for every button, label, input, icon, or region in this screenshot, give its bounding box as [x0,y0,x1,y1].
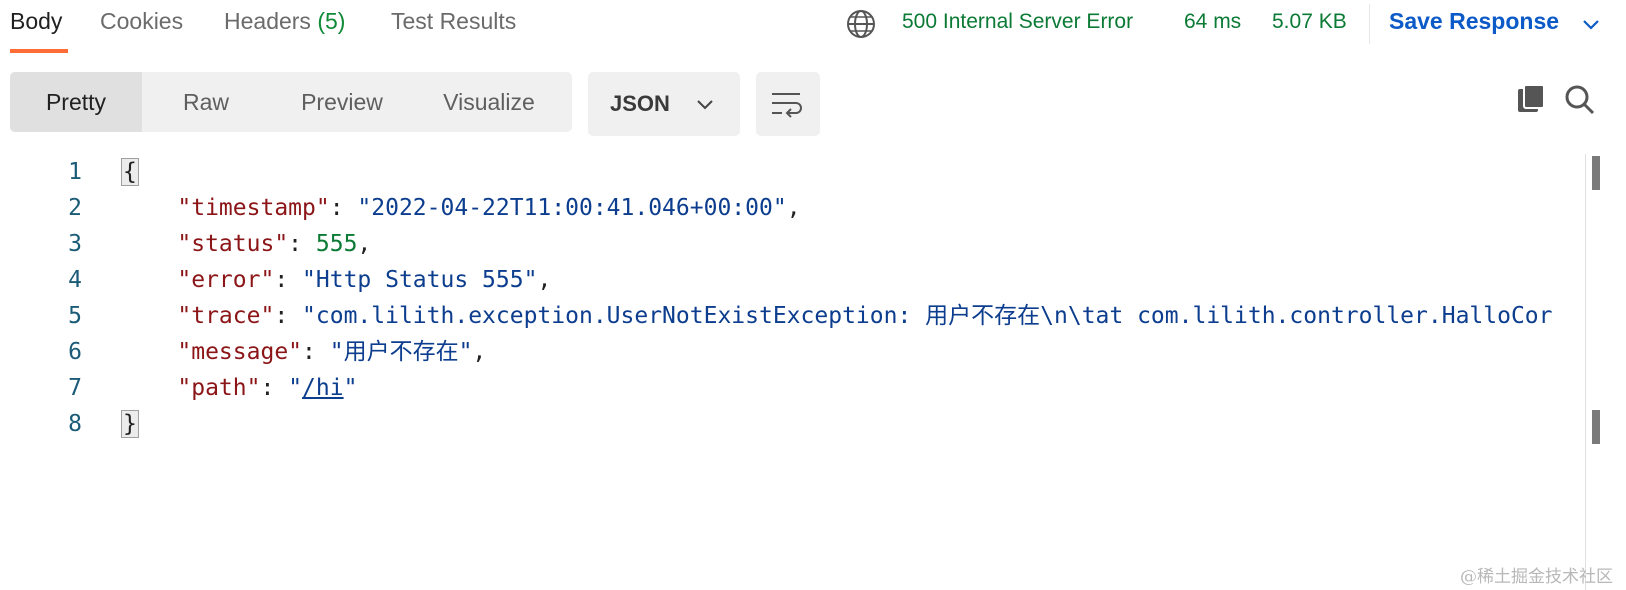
line-number: 4 [68,267,82,293]
response-status[interactable]: 500 Internal Server Error [902,10,1133,34]
globe-icon[interactable] [846,9,876,39]
tab-test-results[interactable]: Test Results [391,8,516,35]
toolbar-divider [1369,4,1370,44]
save-response-button[interactable]: Save Response [1389,8,1559,35]
code-text: "path": "/hi" [177,375,358,401]
scrollbar-thumb[interactable] [1592,156,1600,190]
code-line: 2 "timestamp": "2022-04-22T11:00:41.046+… [0,190,1583,226]
tab-body[interactable]: Body [10,8,62,35]
wrap-lines-icon [772,93,802,118]
code-text: "error": "Http Status 555", [177,267,552,293]
tab-headers[interactable]: Headers (5) [224,8,345,35]
format-label: JSON [610,91,670,116]
watermark: @稀土掘金技术社区 [1460,567,1613,587]
headers-count-badge: (5) [317,8,346,34]
wrap-lines-button[interactable] [756,72,820,136]
view-mode-switcher: Pretty Raw Preview Visualize [10,72,572,132]
view-raw-button[interactable]: Raw [142,72,270,132]
response-time[interactable]: 64 ms [1184,10,1241,34]
json-string-value: "2022-04-22T11:00:41.046+00:00" [357,195,787,221]
code-text: "status": 555, [177,231,372,257]
json-string-value: "用户不存在" [329,339,473,365]
code-line: 4 "error": "Http Status 555", [0,262,1583,298]
code-text: { [121,154,139,190]
format-select[interactable]: JSON [588,72,740,136]
line-number: 7 [68,375,82,401]
line-number: 1 [68,159,82,185]
response-tabbar: Body Cookies Headers (5) Test Results 50… [0,0,1626,53]
json-quote: " [288,375,303,401]
copy-icon[interactable] [1516,84,1546,114]
code-text: } [121,406,139,442]
code-text: "message": "用户不存在", [177,339,487,365]
json-key: "path" [177,375,261,401]
close-brace: } [121,410,139,438]
chevron-down-icon[interactable] [1580,14,1602,36]
active-tab-indicator [10,49,68,53]
code-line: 8 } [0,406,1583,442]
response-body-editor[interactable]: 1 { 2 "timestamp": "2022-04-22T11:00:41.… [0,154,1583,590]
json-key: "timestamp" [177,195,330,221]
scrollbar-track [1585,154,1586,590]
tab-headers-label: Headers [224,8,311,34]
open-brace: { [121,158,139,186]
code-text: "trace": "com.lilith.exception.UserNotEx… [177,303,1553,329]
json-key: "status" [177,231,289,257]
json-quote: " [343,375,358,401]
json-string-value: "Http Status 555" [302,267,538,293]
path-link[interactable]: /hi [302,375,344,401]
view-preview-button[interactable]: Preview [272,72,412,132]
json-key: "trace" [177,303,275,329]
json-string-value: "com.lilith.exception.UserNotExistExcept… [302,303,1553,329]
code-line: 6 "message": "用户不存在", [0,334,1583,370]
chevron-down-icon [697,100,713,110]
code-text: "timestamp": "2022-04-22T11:00:41.046+00… [177,195,801,221]
line-number: 6 [68,339,82,365]
search-icon[interactable] [1564,84,1596,116]
code-line: 3 "status": 555, [0,226,1583,262]
json-key: "error" [177,267,275,293]
code-line: 7 "path": "/hi" [0,370,1583,406]
view-pretty-button[interactable]: Pretty [10,72,142,132]
view-visualize-button[interactable]: Visualize [414,72,564,132]
response-size[interactable]: 5.07 KB [1272,10,1347,34]
line-number: 8 [68,411,82,437]
line-number: 5 [68,303,82,329]
tab-cookies[interactable]: Cookies [100,8,183,35]
line-number: 3 [68,231,82,257]
code-line: 1 { [0,154,1583,190]
json-key: "message" [177,339,303,365]
json-number-value: 555 [315,231,358,257]
code-line: 5 "trace": "com.lilith.exception.UserNot… [0,298,1583,334]
scrollbar-marker[interactable] [1592,410,1600,444]
line-number: 2 [68,195,82,221]
